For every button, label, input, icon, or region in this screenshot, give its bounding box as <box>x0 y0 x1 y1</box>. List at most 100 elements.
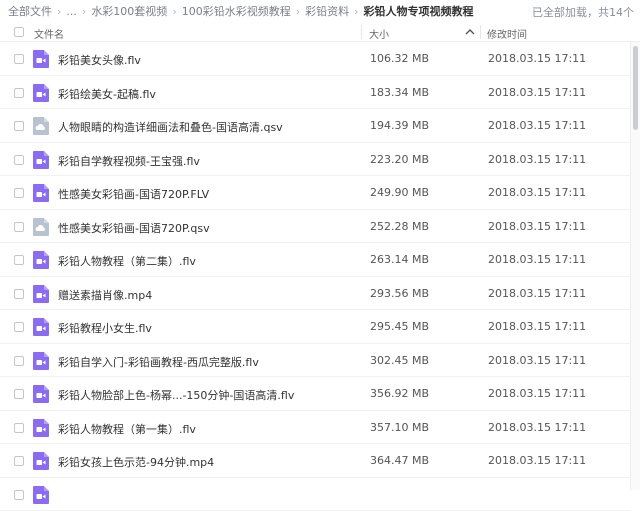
file-size: 249.90 MB <box>370 186 429 199</box>
file-row[interactable]: 赠送素描肖像.mp4 293.56 MB 2018.03.15 17:11 <box>0 277 630 311</box>
file-size: 364.47 MB <box>370 454 429 467</box>
column-header-size[interactable]: 大小 <box>369 26 389 41</box>
file-name[interactable]: 彩铅自学入门-彩铅画教程-西瓜完整版.flv <box>58 354 259 370</box>
video-file-icon <box>33 486 49 504</box>
video-file-icon <box>33 184 49 202</box>
file-modified: 2018.03.15 17:11 <box>488 320 586 333</box>
file-name[interactable]: 人物眼睛的构造详细画法和叠色-国语高清.qsv <box>58 119 283 135</box>
file-row[interactable]: 彩铅自学入门-彩铅画教程-西瓜完整版.flv 302.45 MB 2018.03.1… <box>0 344 630 378</box>
file-row[interactable]: 彩铅绘美女-起稿.flv 183.34 MB 2018.03.15 17:11 <box>0 76 630 110</box>
file-name[interactable]: 彩铅教程小女生.flv <box>58 320 152 336</box>
file-modified: 2018.03.15 17:11 <box>488 421 586 434</box>
row-checkbox[interactable] <box>14 389 24 399</box>
file-name[interactable]: 彩铅美女头像.flv <box>58 52 141 68</box>
scrollbar-thumb[interactable] <box>633 46 638 130</box>
file-name[interactable]: 性感美女彩铅画-国语720P.qsv <box>58 220 210 236</box>
file-modified: 2018.03.15 17:11 <box>488 387 586 400</box>
cloud-file-icon <box>33 218 49 236</box>
breadcrumb-separator-icon: › <box>354 5 358 18</box>
row-checkbox[interactable] <box>14 121 24 131</box>
breadcrumb-item-watercolor-100[interactable]: 水彩100套视频 <box>91 3 167 19</box>
load-status-text: 已全部加载，共14个 <box>532 4 634 20</box>
file-list-header: 文件名 大小 修改时间 <box>0 22 640 42</box>
file-size: 263.14 MB <box>370 253 429 266</box>
row-checkbox[interactable] <box>14 490 24 500</box>
file-size: 252.28 MB <box>370 220 429 233</box>
file-modified: 2018.03.15 17:11 <box>488 52 586 65</box>
video-file-icon <box>33 50 49 68</box>
video-file-icon <box>33 352 49 370</box>
file-size: 357.10 MB <box>370 421 429 434</box>
breadcrumb-separator-icon: › <box>82 5 86 18</box>
file-modified: 2018.03.15 17:11 <box>488 186 586 199</box>
column-divider[interactable] <box>480 25 481 39</box>
file-row[interactable] <box>0 478 630 511</box>
file-size: 302.45 MB <box>370 354 429 367</box>
file-row[interactable]: 彩铅人物脸部上色-杨幂...-150分钟-国语高清.flv356.92 MB20… <box>0 377 630 411</box>
cloud-file-icon <box>33 117 49 135</box>
row-checkbox[interactable] <box>14 289 24 299</box>
sort-ascending-icon[interactable] <box>464 26 476 38</box>
column-divider[interactable] <box>361 25 362 39</box>
breadcrumb-separator-icon: › <box>172 5 176 18</box>
video-file-icon <box>33 452 49 470</box>
file-modified: 2018.03.15 17:11 <box>488 454 586 467</box>
video-file-icon <box>33 251 49 269</box>
file-name[interactable]: 赠送素描肖像.mp4 <box>58 287 152 303</box>
file-name[interactable]: 彩铅人物教程（第二集）.flv <box>58 253 196 269</box>
video-file-icon <box>33 84 49 102</box>
file-modified: 2018.03.15 17:11 <box>488 119 586 132</box>
file-row[interactable]: 彩铅美女头像.flv106.32 MB2018.03.15 17:11 <box>0 42 630 76</box>
row-checkbox[interactable] <box>14 356 24 366</box>
file-row[interactable]: 彩铅自学教程视频-王宝强.flv 223.20 MB 2018.03.15 17:1… <box>0 143 630 177</box>
file-row[interactable]: 彩铅人物教程（第一集）.flv 357.10 MB 2018.03.15 17:11 <box>0 411 630 445</box>
video-file-icon <box>33 318 49 336</box>
breadcrumb-item-pencil-materials[interactable]: 彩铅资料 <box>305 3 349 19</box>
breadcrumb-separator-icon: › <box>296 5 300 18</box>
file-row[interactable]: 性感美女彩铅画-国语720P.FLV 249.90 MB 2018.03.15 17… <box>0 176 630 210</box>
file-name[interactable]: 性感美女彩铅画-国语720P.FLV <box>58 186 209 202</box>
column-header-name[interactable]: 文件名 <box>34 26 64 41</box>
file-row[interactable]: 彩铅人物教程（第二集）.flv263.14 MB2018.03.15 17:11 <box>0 243 630 277</box>
row-checkbox[interactable] <box>14 255 24 265</box>
file-size: 223.20 MB <box>370 153 429 166</box>
file-name[interactable]: 彩铅人物教程（第一集）.flv <box>58 421 196 437</box>
file-modified: 2018.03.15 17:11 <box>488 86 586 99</box>
row-checkbox[interactable] <box>14 456 24 466</box>
row-checkbox[interactable] <box>14 188 24 198</box>
file-row[interactable]: 彩铅女孩上色示范-94分钟.mp4 364.47 MB 2018.03.15 17:… <box>0 444 630 478</box>
breadcrumb-item-all-files[interactable]: 全部文件 <box>8 3 52 19</box>
breadcrumb-item-current-folder: 彩铅人物专项视频教程 <box>364 3 474 19</box>
file-name[interactable]: 彩铅自学教程视频-王宝强.flv <box>58 153 200 169</box>
file-row[interactable]: 人物眼睛的构造详细画法和叠色-国语高清.qsv 194.39 MB 2018.03.… <box>0 109 630 143</box>
row-checkbox[interactable] <box>14 54 24 64</box>
file-modified: 2018.03.15 17:11 <box>488 220 586 233</box>
file-row[interactable]: 性感美女彩铅画-国语720P.qsv 252.28 MB 2018.03.15 17… <box>0 210 630 244</box>
file-name[interactable]: 彩铅人物脸部上色-杨幂...-150分钟-国语高清.flv <box>58 387 294 403</box>
row-checkbox[interactable] <box>14 88 24 98</box>
scrollbar[interactable] <box>630 42 640 490</box>
breadcrumb-item-ellipsis[interactable]: ... <box>66 5 77 18</box>
video-file-icon <box>33 419 49 437</box>
column-header-modified[interactable]: 修改时间 <box>487 26 527 41</box>
video-file-icon <box>33 385 49 403</box>
file-name[interactable]: 彩铅女孩上色示范-94分钟.mp4 <box>58 454 214 470</box>
row-checkbox[interactable] <box>14 222 24 232</box>
file-row[interactable]: 彩铅教程小女生.flv295.45 MB2018.03.15 17:11 <box>0 310 630 344</box>
row-checkbox[interactable] <box>14 423 24 433</box>
video-file-icon <box>33 151 49 169</box>
file-modified: 2018.03.15 17:11 <box>488 354 586 367</box>
file-name[interactable]: 彩铅绘美女-起稿.flv <box>58 86 156 102</box>
file-list: 彩铅美女头像.flv106.32 MB2018.03.15 17:11 彩铅绘美… <box>0 42 630 511</box>
file-size: 183.34 MB <box>370 86 429 99</box>
file-size: 293.56 MB <box>370 287 429 300</box>
breadcrumb-separator-icon: › <box>57 5 61 18</box>
breadcrumb-item-pencil-watercolor-tutorials[interactable]: 100彩铅水彩视频教程 <box>182 3 291 19</box>
file-modified: 2018.03.15 17:11 <box>488 153 586 166</box>
row-checkbox[interactable] <box>14 322 24 332</box>
file-modified: 2018.03.15 17:11 <box>488 287 586 300</box>
video-file-icon <box>33 285 49 303</box>
file-size: 194.39 MB <box>370 119 429 132</box>
row-checkbox[interactable] <box>14 155 24 165</box>
select-all-checkbox[interactable] <box>14 27 24 37</box>
